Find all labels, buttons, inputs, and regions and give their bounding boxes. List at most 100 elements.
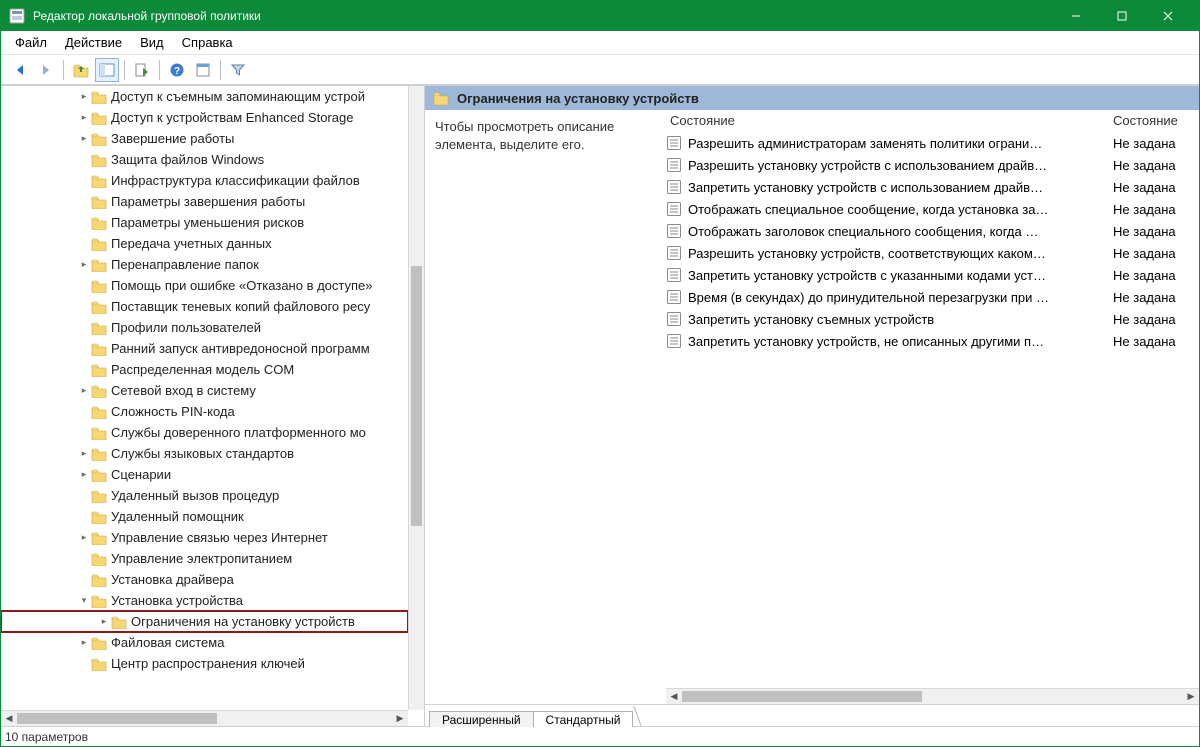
minimize-button[interactable] [1053,1,1099,31]
tree-item[interactable]: ▸ Завершение работы [1,128,408,149]
horizontal-scrollbar[interactable]: ◀ ▶ [1,710,408,726]
list-item[interactable]: Разрешить установку устройств с использо… [666,154,1199,176]
folder-icon [91,216,107,230]
menu-view[interactable]: Вид [132,33,174,52]
vertical-scrollbar[interactable] [408,86,424,710]
tree-item[interactable]: Параметры завершения работы [1,191,408,212]
tree-item[interactable]: Центр распространения ключей [1,653,408,674]
app-icon [9,8,25,24]
column-state-header[interactable]: Состояние [1113,113,1199,128]
menu-action[interactable]: Действие [57,33,132,52]
svg-text:?: ? [174,66,180,77]
tree-item[interactable]: Удаленный вызов процедур [1,485,408,506]
tree-item-label: Параметры уменьшения рисков [111,215,304,230]
folder-icon [91,468,107,482]
list-item[interactable]: Отображать заголовок специального сообще… [666,220,1199,242]
menu-help[interactable]: Справка [174,33,243,52]
tree-item[interactable]: Удаленный помощник [1,506,408,527]
tree-item[interactable]: Сложность PIN-кода [1,401,408,422]
tree-item[interactable]: Помощь при ошибке «Отказано в доступе» [1,275,408,296]
tree-item[interactable]: ▸Доступ к устройствам Enhanced Storage [1,107,408,128]
toolbar: ? [1,55,1199,85]
folder-icon [91,258,107,272]
tree-item[interactable]: Ранний запуск антивредоносной программ [1,338,408,359]
policy-state: Не задана [1113,158,1199,173]
tree-item[interactable]: Распределенная модель COM [1,359,408,380]
filter-button[interactable] [226,58,250,82]
show-hide-tree-button[interactable] [95,58,119,82]
tree-item[interactable]: ▸ Перенаправление папок [1,254,408,275]
up-folder-button[interactable] [69,58,93,82]
tree-item-label: Завершение работы [111,131,234,146]
tree-item[interactable]: ▸Файловая система [1,632,408,653]
tree-item[interactable]: Профили пользователей [1,317,408,338]
tree-item[interactable]: ▸Доступ к съемным запоминающим устрой [1,86,408,107]
list-item[interactable]: Время (в секундах) до принудительной пер… [666,286,1199,308]
folder-icon [91,237,107,251]
tree-item[interactable]: Защита файлов Windows [1,149,408,170]
list-item[interactable]: Запретить установку устройств с использо… [666,176,1199,198]
folder-icon [91,279,107,293]
tree-item[interactable]: Параметры уменьшения рисков [1,212,408,233]
chevron-right-icon[interactable]: ▸ [97,616,111,627]
maximize-button[interactable] [1099,1,1145,31]
policy-name: Запретить установку устройств с указанны… [688,268,1113,283]
tree-item[interactable]: ▾Установка устройства [1,590,408,611]
status-text: 10 параметров [5,730,88,744]
details-horizontal-scrollbar[interactable]: ◀ ▶ [666,688,1199,704]
tree-item-label: Управление связью через Интернет [111,530,328,545]
chevron-right-icon[interactable]: ▸ [77,469,91,480]
chevron-right-icon[interactable]: ▸ [77,259,91,270]
list-item[interactable]: Запретить установку съемных устройствНе … [666,308,1199,330]
list-item[interactable]: Запретить установку устройств, не описан… [666,330,1199,352]
tree-item-label: Удаленный вызов процедур [111,488,279,503]
policy-state: Не задана [1113,290,1199,305]
tree-item[interactable]: ▸ Управление связью через Интернет [1,527,408,548]
column-name-header[interactable]: Состояние [666,113,1113,128]
description-hint: Чтобы просмотреть описание элемента, выд… [435,119,614,152]
back-button[interactable] [8,58,32,82]
forward-button[interactable] [34,58,58,82]
folder-icon [91,657,107,671]
column-headers[interactable]: Состояние Состояние [666,110,1199,132]
help-button[interactable]: ? [165,58,189,82]
tree-item-label: Поставщик теневых копий файлового ресу [111,299,370,314]
tree-item[interactable]: Поставщик теневых копий файлового ресу [1,296,408,317]
properties-button[interactable] [191,58,215,82]
tree-item-label: Службы языковых стандартов [111,446,294,461]
tree-item[interactable]: Передача учетных данных [1,233,408,254]
chevron-right-icon[interactable]: ▸ [77,532,91,543]
tree-item-label: Сетевой вход в систему [111,383,256,398]
tree-item[interactable]: Управление электропитанием [1,548,408,569]
list-item[interactable]: Отображать специальное сообщение, когда … [666,198,1199,220]
list-item[interactable]: Запретить установку устройств с указанны… [666,264,1199,286]
tree-item[interactable]: ▸ Сетевой вход в систему [1,380,408,401]
export-list-button[interactable] [130,58,154,82]
menu-file[interactable]: Файл [7,33,57,52]
tab-standard[interactable]: Стандартный [533,711,634,727]
tree-item[interactable]: ▸Ограничения на установку устройств [1,611,408,632]
tree-item-label: Перенаправление папок [111,257,259,272]
list-item[interactable]: Разрешить установку устройств, соответст… [666,242,1199,264]
chevron-right-icon[interactable]: ▸ [77,91,91,102]
tree-item[interactable]: Инфраструктура классификации файлов [1,170,408,191]
tree-item[interactable]: ▸Сценарии [1,464,408,485]
tree-item[interactable]: Службы доверенного платформенного мо [1,422,408,443]
tree-item-label: Центр распространения ключей [111,656,305,671]
tab-extended[interactable]: Расширенный [429,711,534,727]
chevron-right-icon[interactable]: ▸ [77,385,91,396]
folder-icon [91,384,107,398]
policy-list[interactable]: Разрешить администраторам заменять полит… [666,132,1199,352]
chevron-right-icon[interactable]: ▸ [77,637,91,648]
chevron-right-icon[interactable]: ▸ [77,448,91,459]
tree-item[interactable]: ▸ Службы языковых стандартов [1,443,408,464]
chevron-down-icon[interactable]: ▾ [77,595,91,606]
chevron-right-icon[interactable]: ▸ [77,112,91,123]
policy-state: Не задана [1113,312,1199,327]
policy-name: Разрешить установку устройств, соответст… [688,246,1113,261]
list-item[interactable]: Разрешить администраторам заменять полит… [666,132,1199,154]
chevron-right-icon[interactable]: ▸ [77,133,91,144]
tree-item[interactable]: Установка драйвера [1,569,408,590]
policy-tree[interactable]: ▸Доступ к съемным запоминающим устрой▸До… [1,86,408,710]
close-button[interactable] [1145,1,1191,31]
